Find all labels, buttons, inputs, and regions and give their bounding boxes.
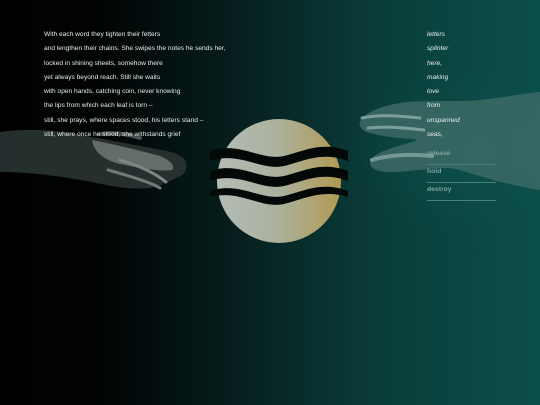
- word-list: letters splinter here, making love from …: [427, 28, 460, 142]
- word-item: seas,: [427, 131, 443, 139]
- word-item: from: [427, 102, 441, 110]
- sun-waves-logo-icon: [210, 119, 348, 243]
- hold-button[interactable]: hold: [427, 165, 496, 183]
- release-button[interactable]: release: [427, 147, 496, 165]
- screen: With each word they tighten their fetter…: [0, 0, 540, 405]
- word-item: love: [427, 88, 440, 96]
- poem-line: With each word they tighten their fetter…: [44, 31, 161, 38]
- poem-line: and lengthen their chains. She swipes th…: [44, 45, 226, 53]
- word-item: unspanned: [427, 116, 460, 124]
- poem-text: With each word they tighten their fetter…: [44, 28, 225, 142]
- poem-line: yet always beyond reach. Still she waits: [44, 73, 161, 81]
- word-item: letters: [427, 31, 445, 38]
- word-item: making: [427, 73, 449, 81]
- word-item: splinter: [427, 45, 449, 53]
- poem-line: still, she prays, where spaces stood, hi…: [44, 116, 204, 124]
- poem-line: still, where once he stood, she withstan…: [44, 131, 181, 139]
- action-menu: release hold destroy: [427, 147, 496, 201]
- poem-line: with open hands, catching coin, never kn…: [44, 88, 181, 96]
- word-item: here,: [427, 59, 443, 67]
- poem-line: locked in shining sheets, somehow there: [44, 59, 163, 67]
- poem-line: the lips from which each leaf is torn –: [44, 102, 153, 110]
- destroy-button[interactable]: destroy: [427, 183, 496, 201]
